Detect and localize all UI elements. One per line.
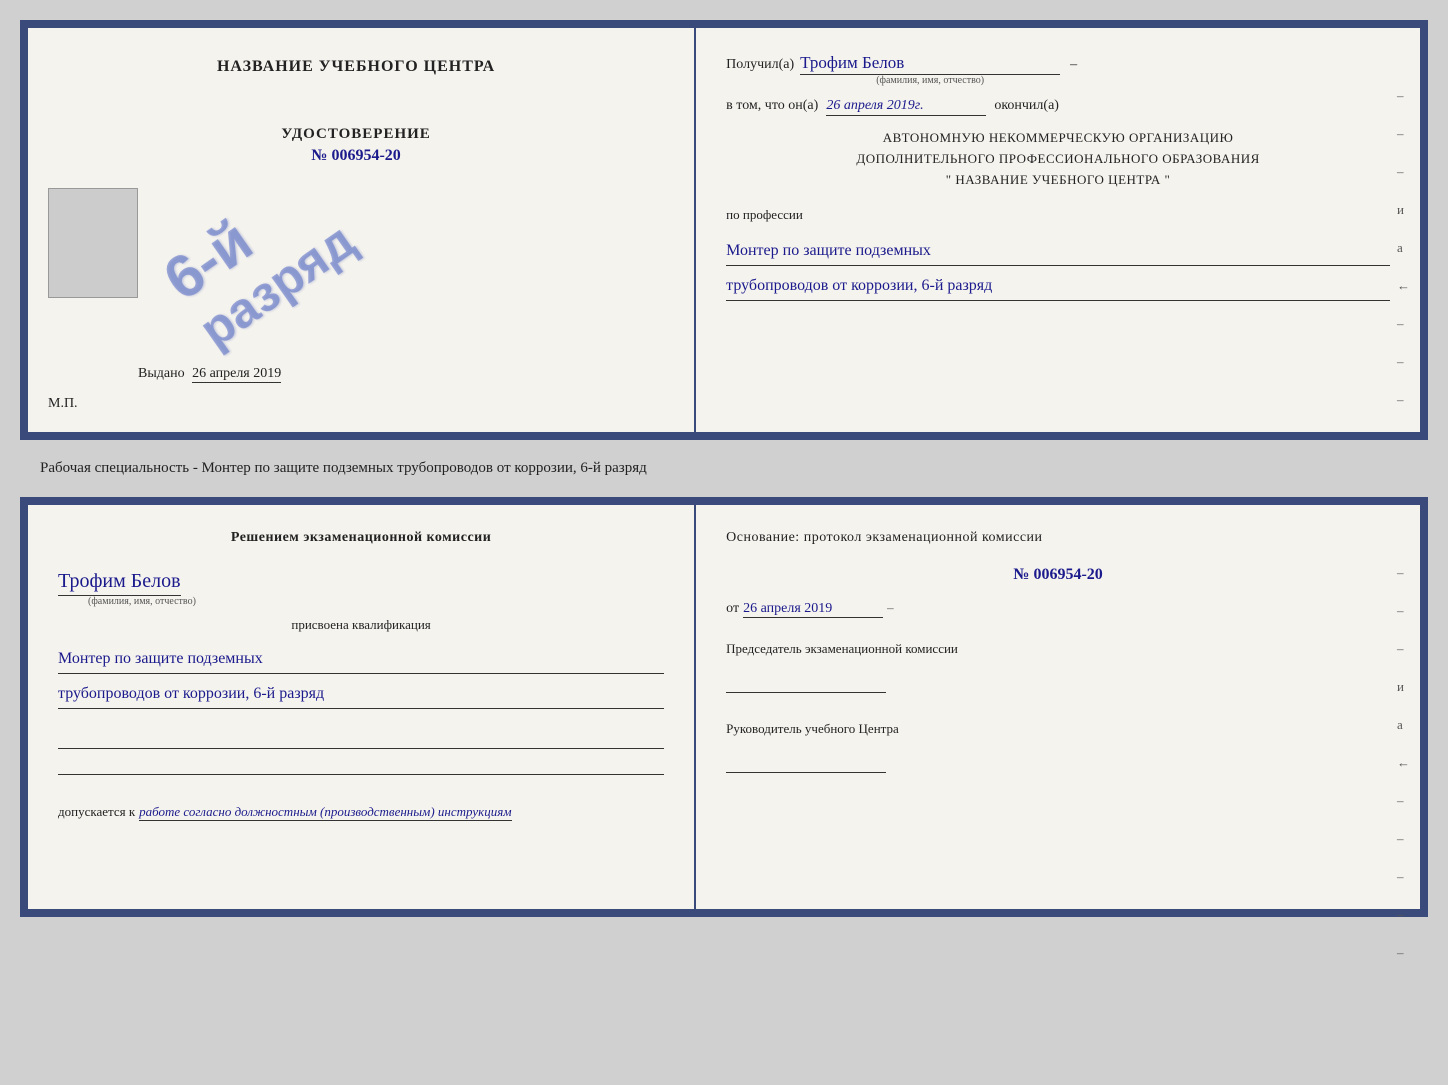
professii-label: по профессии — [726, 207, 1390, 223]
bottom-certificate: Решением экзаменационной комиссии Трофим… — [20, 497, 1428, 917]
fio-sublabel-bottom: (фамилия, имя, отчество) — [88, 596, 196, 607]
recipient-name: Трофим Белов — [800, 53, 1060, 75]
predsedatel-block: Председатель экзаменационной комиссии — [726, 640, 1390, 693]
cert-number-area: УДОСТОВЕРЕНИЕ № 006954-20 — [281, 126, 431, 165]
protocol-number: № 006954-20 — [726, 566, 1390, 584]
right-side-lines-bottom: – – – и а ← – – – – – — [1397, 565, 1410, 961]
rukovoditel-block: Руководитель учебного Центра — [726, 720, 1390, 773]
mp-label: М.П. — [48, 396, 78, 412]
dash-top: – — [1070, 57, 1077, 73]
vtom-row: в том, что он(а) 26 апреля 2019г. окончи… — [726, 98, 1390, 116]
stamp-text: 6-й разряд — [152, 158, 364, 357]
photo-placeholder — [48, 188, 138, 298]
dopusk-text: работе согласно должностным (производств… — [139, 804, 511, 821]
predsedatel-title: Председатель экзаменационной комиссии — [726, 640, 1390, 658]
top-certificate: НАЗВАНИЕ УЧЕБНОГО ЦЕНТРА 6-й разряд УДОС… — [20, 20, 1428, 440]
vtom-label: в том, что он(а) — [726, 98, 818, 114]
rukovoditel-signature-line — [726, 743, 886, 773]
dopuskaetsya-row: допускается к работе согласно должностны… — [58, 804, 664, 821]
predsedatel-signature-line — [726, 663, 886, 693]
prisvoena-label: присвоена квалификация — [58, 617, 664, 633]
resheniem-label: Решением экзаменационной комиссии — [58, 530, 664, 546]
osnovanie-text: Основание: протокол экзаменационной коми… — [726, 530, 1390, 546]
dopuskaetsya-label: допускается к — [58, 804, 135, 820]
fio-sublabel-top: (фамилия, имя, отчество) — [876, 75, 984, 86]
page-wrapper: НАЗВАНИЕ УЧЕБНОГО ЦЕНТРА 6-й разряд УДОС… — [20, 20, 1428, 917]
issued-date: Выдано 26 апреля 2019 — [138, 366, 281, 382]
okoncil-label: окончил(а) — [994, 98, 1059, 114]
rukovoditel-title: Руководитель учебного Центра — [726, 720, 1390, 738]
bottom-lines — [58, 727, 664, 779]
training-center-title: НАЗВАНИЕ УЧЕБНОГО ЦЕНТРА — [217, 58, 495, 76]
middle-text: Рабочая специальность - Монтер по защите… — [20, 450, 1428, 487]
bottom-left: Решением экзаменационной комиссии Трофим… — [28, 505, 696, 909]
bottom-right: Основание: протокол экзаменационной коми… — [696, 505, 1420, 909]
ot-date-row: от 26 апреля 2019 – — [726, 600, 1390, 618]
qualification-line2: трубопроводов от коррозии, 6-й разряд — [58, 682, 664, 709]
ot-date-val: 26 апреля 2019 — [743, 601, 883, 618]
org-line1: АВТОНОМНУЮ НЕКОММЕРЧЕСКУЮ ОРГАНИЗАЦИЮ — [726, 128, 1390, 149]
cert-number: № 006954-20 — [311, 147, 400, 165]
right-side-lines-top: – – – и а ← – – – — [1397, 88, 1410, 408]
cert-left: НАЗВАНИЕ УЧЕБНОГО ЦЕНТРА 6-й разряд УДОС… — [28, 28, 696, 432]
org-line2: ДОПОЛНИТЕЛЬНОГО ПРОФЕССИОНАЛЬНОГО ОБРАЗО… — [726, 149, 1390, 170]
poluchil-label: Получил(а) — [726, 57, 794, 73]
date-value: 26 апреля 2019г. — [826, 98, 986, 116]
poluchil-row: Получил(а) Трофим Белов (фамилия, имя, о… — [726, 53, 1390, 86]
org-block: АВТОНОМНУЮ НЕКОММЕРЧЕСКУЮ ОРГАНИЗАЦИЮ ДО… — [726, 128, 1390, 190]
ot-label: от — [726, 601, 739, 617]
cert-right: Получил(а) Трофим Белов (фамилия, имя, о… — [696, 28, 1420, 432]
profession-line2: трубопроводов от коррозии, 6-й разряд — [726, 274, 1390, 301]
bottom-full-name: Трофим Белов — [58, 570, 181, 596]
udostoverenie-label: УДОСТОВЕРЕНИЕ — [281, 126, 431, 143]
qualification-line1: Монтер по защите подземных — [58, 647, 664, 674]
org-name: " НАЗВАНИЕ УЧЕБНОГО ЦЕНТРА " — [726, 170, 1390, 191]
profession-line1: Монтер по защите подземных — [726, 239, 1390, 266]
